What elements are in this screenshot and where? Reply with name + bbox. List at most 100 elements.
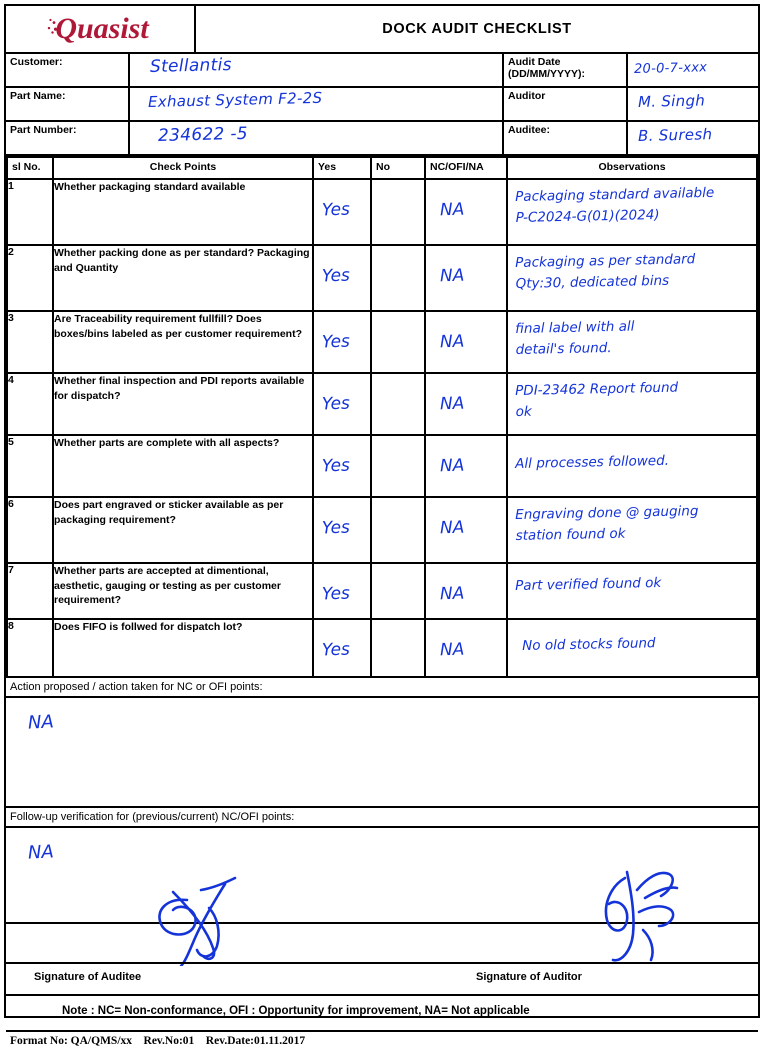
row-yes-cell[interactable]: Yes xyxy=(312,434,372,498)
table-row: 7 Whether parts are accepted at dimentio… xyxy=(6,562,758,620)
row-yes-mark: Yes xyxy=(321,639,351,661)
row-observation-cell[interactable]: All processes followed. xyxy=(506,434,758,498)
row-nc-mark: NA xyxy=(439,455,465,477)
row-nc-mark: NA xyxy=(439,393,465,415)
meta-row-customer: Customer: Stellantis Audit Date (DD/MM/Y… xyxy=(6,54,758,88)
audit-date-value-cell[interactable]: 20-0-7-xxx xyxy=(628,54,758,86)
row-no-cell[interactable] xyxy=(370,372,426,436)
part-number-value: 234622 -5 xyxy=(157,123,249,146)
row-sl-no: 6 xyxy=(6,496,54,564)
followup-section-label: Follow-up verification for (previous/cur… xyxy=(6,808,758,828)
auditee-label: Auditee: xyxy=(504,122,628,154)
part-name-value: Exhaust System F2-2S xyxy=(147,88,323,111)
row-no-cell[interactable] xyxy=(370,496,426,564)
row-no-cell[interactable] xyxy=(370,310,426,374)
row-yes-mark: Yes xyxy=(321,331,351,353)
row-sl-no: 4 xyxy=(6,372,54,436)
customer-value-cell[interactable]: Stellantis xyxy=(130,54,504,86)
row-observation-line1: Part verified found ok xyxy=(515,574,662,594)
signature-space[interactable] xyxy=(6,924,758,964)
row-observation-line2: station found ok xyxy=(515,525,626,544)
row-yes-cell[interactable]: Yes xyxy=(312,372,372,436)
row-observation-cell[interactable]: Packaging as per standard Qty:30, dedica… xyxy=(506,244,758,312)
table-row: 2 Whether packing done as per standard? … xyxy=(6,244,758,312)
row-yes-cell[interactable]: Yes xyxy=(312,618,372,678)
signature-row: Signature of Auditee Signature of Audito… xyxy=(6,964,758,996)
row-yes-cell[interactable]: Yes xyxy=(312,310,372,374)
row-nc-mark: NA xyxy=(439,639,465,661)
meta-row-part-name: Part Name: Exhaust System F2-2S Auditor … xyxy=(6,88,758,122)
row-no-cell[interactable] xyxy=(370,562,426,620)
row-no-cell[interactable] xyxy=(370,178,426,246)
row-observation-cell[interactable]: Packaging standard available P-C2024-G(0… xyxy=(506,178,758,246)
auditor-value: M. Singh xyxy=(637,91,706,111)
row-observation-line2: P-C2024-G(01)(2024) xyxy=(515,206,660,226)
column-header-check-points: Check Points xyxy=(52,156,314,180)
row-nc-cell[interactable]: NA xyxy=(424,372,508,436)
row-yes-mark: Yes xyxy=(321,265,351,287)
audit-date-label-line2: (DD/MM/YYYY): xyxy=(508,67,585,80)
column-header-no: No xyxy=(370,156,426,180)
row-yes-mark: Yes xyxy=(321,455,351,477)
row-yes-cell[interactable]: Yes xyxy=(312,496,372,564)
row-checkpoint: Whether final inspection and PDI reports… xyxy=(52,372,314,436)
table-row: 1 Whether packaging standard available Y… xyxy=(6,178,758,246)
table-row: 3 Are Traceability requirement fullfill?… xyxy=(6,310,758,374)
meta-row-part-number: Part Number: 234622 -5 Auditee: B. Sures… xyxy=(6,122,758,156)
row-observation-cell[interactable]: Engraving done @ gauging station found o… xyxy=(506,496,758,564)
row-observation: Part verified found ok xyxy=(515,571,754,597)
row-nc-cell[interactable]: NA xyxy=(424,562,508,620)
column-header-nc-ofi-na: NC/OFI/NA xyxy=(424,156,508,180)
row-checkpoint: Does FIFO is follwed for dispatch lot? xyxy=(52,618,314,678)
part-number-value-cell[interactable]: 234622 -5 xyxy=(130,122,504,154)
followup-section-body[interactable]: NA xyxy=(6,828,758,966)
row-nc-mark: NA xyxy=(439,583,465,605)
row-nc-mark: NA xyxy=(439,265,465,287)
row-nc-cell[interactable]: NA xyxy=(424,434,508,498)
row-yes-cell[interactable]: Yes xyxy=(312,562,372,620)
customer-value: Stellantis xyxy=(149,55,233,77)
company-logo: Quasist xyxy=(6,6,196,52)
row-nc-cell[interactable]: NA xyxy=(424,178,508,246)
row-observation: Engraving done @ gauging station found o… xyxy=(515,500,755,547)
row-no-cell[interactable] xyxy=(370,618,426,678)
page-title: DOCK AUDIT CHECKLIST xyxy=(382,21,572,37)
table-row: 4 Whether final inspection and PDI repor… xyxy=(6,372,758,436)
row-yes-mark: Yes xyxy=(321,199,351,221)
part-name-value-cell[interactable]: Exhaust System F2-2S xyxy=(130,88,504,120)
row-observation-cell[interactable]: Part verified found ok xyxy=(506,562,758,620)
row-nc-cell[interactable]: NA xyxy=(424,618,508,678)
auditee-value: B. Suresh xyxy=(637,125,713,145)
row-nc-mark: NA xyxy=(439,331,465,353)
table-header-row: sl No. Check Points Yes No NC/OFI/NA Obs… xyxy=(6,156,758,180)
action-section-body[interactable]: NA xyxy=(6,698,758,808)
row-sl-no: 3 xyxy=(6,310,54,374)
row-no-cell[interactable] xyxy=(370,434,426,498)
row-observation-line1: All processes followed. xyxy=(515,452,670,472)
customer-label: Customer: xyxy=(6,54,130,86)
row-yes-mark: Yes xyxy=(321,517,351,539)
table-row: 6 Does part engraved or sticker availabl… xyxy=(6,496,758,564)
logo-wordmark: Quasist xyxy=(47,12,149,46)
row-nc-cell[interactable]: NA xyxy=(424,244,508,312)
row-yes-cell[interactable]: Yes xyxy=(312,178,372,246)
auditor-label: Auditor xyxy=(504,88,628,120)
row-yes-mark: Yes xyxy=(321,393,351,415)
row-observation-cell[interactable]: No old stocks found xyxy=(506,618,758,678)
form-header: Quasist DOCK AUDIT CHECKLIST xyxy=(6,6,758,54)
row-sl-no: 5 xyxy=(6,434,54,498)
checkpoints-table: sl No. Check Points Yes No NC/OFI/NA Obs… xyxy=(6,156,758,678)
row-nc-cell[interactable]: NA xyxy=(424,496,508,564)
row-yes-cell[interactable]: Yes xyxy=(312,244,372,312)
row-observation-cell[interactable]: final label with all detail's found. xyxy=(506,310,758,374)
auditee-value-cell[interactable]: B. Suresh xyxy=(628,122,758,154)
audit-date-value: 20-0-7-xxx xyxy=(633,60,708,77)
row-no-cell[interactable] xyxy=(370,244,426,312)
auditor-value-cell[interactable]: M. Singh xyxy=(628,88,758,120)
row-observation: No old stocks found xyxy=(522,631,754,657)
row-nc-cell[interactable]: NA xyxy=(424,310,508,374)
table-row: 8 Does FIFO is follwed for dispatch lot?… xyxy=(6,618,758,678)
row-checkpoint: Whether parts are accepted at dimentiona… xyxy=(52,562,314,620)
part-number-label: Part Number: xyxy=(6,122,130,154)
row-observation-cell[interactable]: PDI-23462 Report found ok xyxy=(506,372,758,436)
